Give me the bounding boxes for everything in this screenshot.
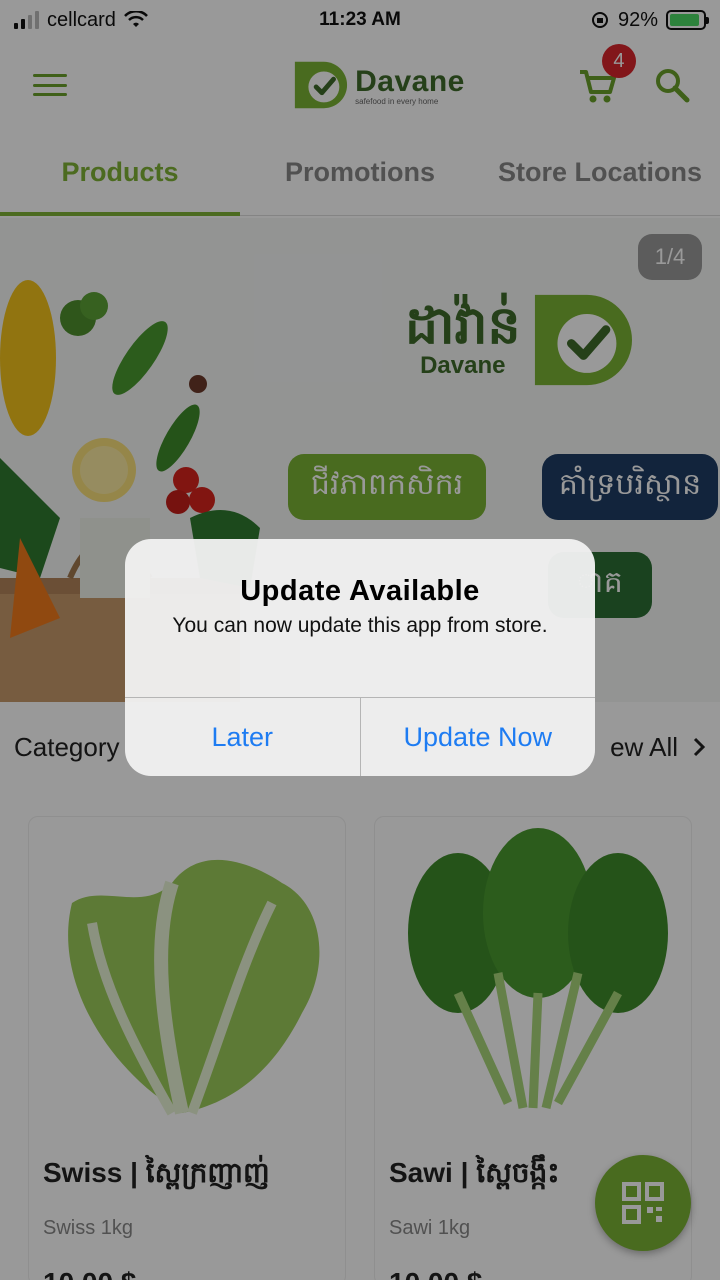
later-button[interactable]: Later — [125, 698, 360, 776]
update-dialog: Update Available You can now update this… — [125, 539, 595, 776]
dialog-message: You can now update this app from store. — [172, 614, 548, 637]
dialog-title: Update Available — [240, 575, 480, 607]
update-now-button[interactable]: Update Now — [359, 698, 596, 776]
dialog-buttons: Later Update Now — [125, 697, 595, 776]
